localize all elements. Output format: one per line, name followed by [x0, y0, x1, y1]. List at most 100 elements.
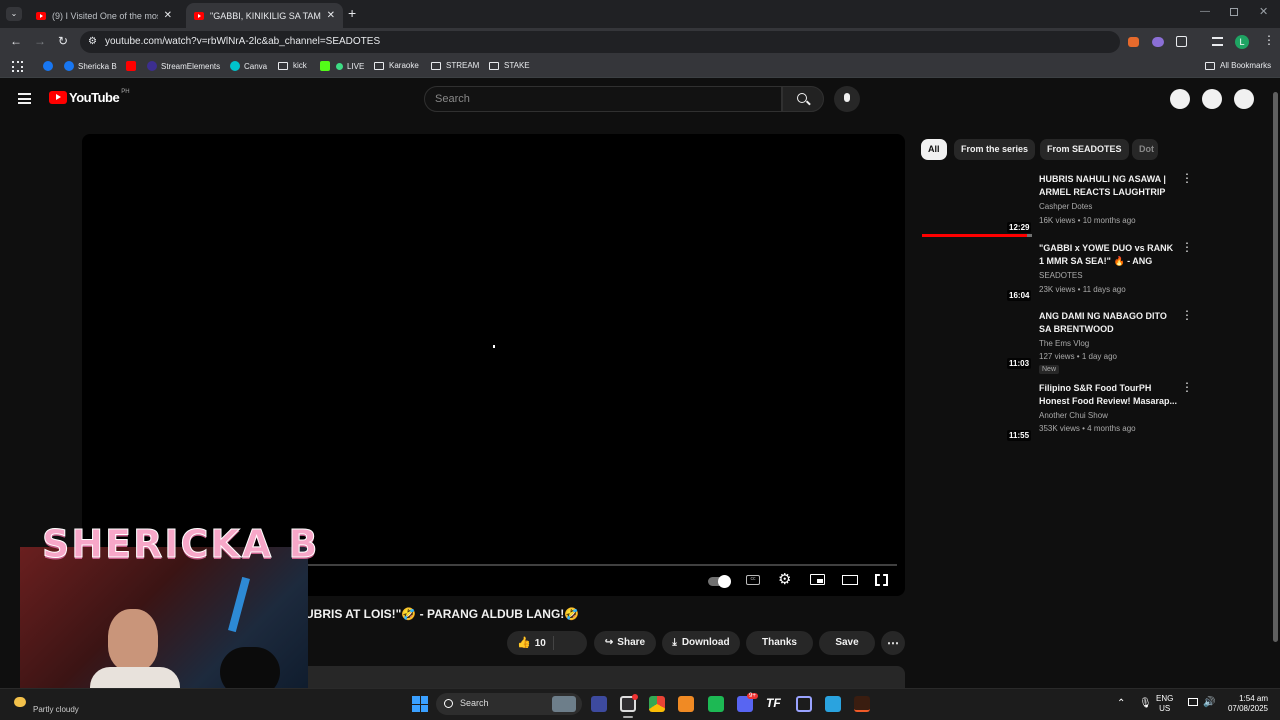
browser-tab-active[interactable]: "GABBI, KINIKILIG SA TAMBALA ✕ — [186, 3, 343, 28]
recommendation-stats: 127 views • 1 day ago — [1039, 352, 1117, 361]
address-bar[interactable]: ⚙ youtube.com/watch?v=rbWlNrA-2lc&ab_cha… — [80, 31, 1120, 53]
notifications-button[interactable] — [1202, 89, 1222, 109]
fullscreen-icon[interactable] — [875, 574, 888, 586]
extension-fox-icon[interactable] — [1128, 37, 1139, 47]
voice-search-button[interactable] — [834, 86, 860, 112]
create-button[interactable] — [1170, 89, 1190, 109]
volume-icon[interactable]: 🔊 — [1203, 697, 1215, 708]
all-bookmarks[interactable]: All Bookmarks — [1205, 61, 1271, 70]
share-button[interactable]: ↪ Share — [594, 631, 656, 655]
bookmark-item[interactable]: Canva — [230, 61, 267, 71]
tray-overflow-icon[interactable]: ⌃ — [1117, 698, 1125, 709]
recommendation-stats: 16K views • 10 months ago — [1039, 216, 1136, 225]
recommendation-channel[interactable]: Cashper Dotes — [1039, 202, 1092, 211]
theater-mode-icon[interactable] — [842, 575, 858, 585]
weather-icon[interactable] — [14, 697, 26, 707]
recommendation-title[interactable]: ANG DAMI NG NABAGO DITO SA BRENTWOOD RES… — [1039, 310, 1179, 336]
bookmark-folder[interactable]: STREAM — [431, 61, 479, 70]
browser-tab[interactable]: (9) I Visited One of the most Da ✕ — [28, 3, 180, 28]
chrome-icon[interactable] — [649, 696, 665, 712]
autoplay-toggle[interactable] — [708, 575, 731, 588]
chip-from-series[interactable]: From the series — [954, 139, 1036, 160]
account-avatar[interactable] — [1234, 89, 1254, 109]
page-scrollbar[interactable] — [1271, 80, 1280, 688]
browser-menu-icon[interactable]: ⋮ — [1263, 33, 1275, 47]
download-button[interactable]: ⤓ Download — [662, 631, 740, 655]
tf-app-icon[interactable]: TF — [766, 696, 782, 712]
tab-title: "GABBI, KINIKILIG SA TAMBALA — [210, 10, 321, 21]
chip-dot[interactable]: Dot — [1132, 139, 1158, 160]
tab-search-button[interactable]: ⌄ — [6, 7, 22, 21]
spotify-icon[interactable] — [708, 696, 724, 712]
recommendation-title[interactable]: "GABBI x YOWE DUO vs RANK 1 MMR SA SEA!"… — [1039, 242, 1179, 268]
chip-from-seadotes[interactable]: From SEADOTES — [1040, 139, 1129, 160]
extension-purple-icon[interactable] — [1152, 37, 1164, 47]
profile-avatar[interactable]: L — [1235, 35, 1249, 49]
youtube-logo-text: YouTube — [69, 90, 120, 105]
youtube-play-icon — [49, 91, 67, 104]
bookmark-label: STAKE — [504, 61, 530, 70]
bookmark-item[interactable]: LIVE — [320, 61, 364, 71]
folder-icon — [278, 61, 288, 70]
more-options-icon[interactable]: ⋮ — [1181, 381, 1193, 393]
miniplayer-icon[interactable] — [810, 574, 825, 585]
more-options-icon[interactable]: ⋮ — [1181, 309, 1193, 321]
clock[interactable]: 1:54 am 07/08/2025 — [1226, 694, 1268, 714]
minimize-window-icon[interactable]: — — [1200, 6, 1210, 17]
close-tab-icon[interactable]: ✕ — [164, 10, 172, 21]
forward-icon[interactable]: → — [34, 34, 46, 48]
more-options-icon[interactable]: ⋮ — [1181, 172, 1193, 184]
taskbar-search[interactable]: Search — [436, 693, 582, 715]
bookmark-folder[interactable]: STAKE — [489, 61, 530, 70]
more-options-icon[interactable]: ⋮ — [1181, 241, 1193, 253]
bookmark-item[interactable] — [126, 61, 140, 71]
recommendation-title[interactable]: Filipino S&R Food TourPH Honest Food Rev… — [1039, 382, 1179, 408]
captions-icon[interactable]: cc — [746, 575, 760, 585]
more-actions-button[interactable]: ⋯ — [881, 631, 905, 655]
restore-window-icon[interactable] — [1230, 8, 1238, 16]
close-window-icon[interactable]: ✕ — [1259, 5, 1268, 18]
bookmark-item[interactable]: Shericka B — [64, 61, 117, 71]
recommendation-title[interactable]: HUBRIS NAHULI NG ASAWA | ARMEL REACTS LA… — [1039, 173, 1179, 199]
new-tab-button[interactable]: + — [348, 5, 356, 21]
bookmark-folder[interactable]: kick — [278, 61, 307, 70]
youtube-favicon-icon — [36, 11, 46, 20]
bookmark-folder[interactable]: Karaoke — [374, 61, 419, 70]
thanks-button[interactable]: Thanks — [746, 631, 813, 655]
media-controls-icon[interactable] — [1212, 37, 1223, 46]
site-info-icon[interactable]: ⚙ — [88, 31, 97, 53]
recommendation-stats: 23K views • 11 days ago — [1039, 285, 1126, 294]
folder-icon — [374, 61, 384, 70]
display-tray-icon[interactable] — [1188, 698, 1198, 706]
language-indicator[interactable]: ENG US — [1156, 694, 1173, 714]
youtube-logo[interactable]: YouTube PH — [49, 89, 130, 105]
telegram-icon[interactable] — [825, 696, 841, 712]
windows-start-icon[interactable] — [412, 696, 428, 712]
app-icon-terminal[interactable] — [854, 696, 870, 712]
app-icon-1[interactable] — [591, 696, 607, 712]
bookmark-item[interactable] — [43, 61, 57, 71]
bookmark-label: StreamElements — [161, 61, 221, 71]
app-icon-ring[interactable] — [796, 696, 812, 712]
microphone-tray-icon[interactable]: 🎙 — [1139, 698, 1152, 709]
extensions-puzzle-icon[interactable] — [1176, 36, 1187, 47]
back-icon[interactable]: ← — [10, 34, 22, 48]
weather-text[interactable]: Partly cloudy — [33, 705, 79, 714]
apps-grid-icon[interactable] — [12, 61, 23, 72]
save-button[interactable]: Save — [819, 631, 875, 655]
scrollbar-thumb[interactable] — [1273, 92, 1278, 642]
reload-icon[interactable]: ↻ — [58, 34, 68, 48]
close-tab-icon[interactable]: ✕ — [327, 10, 335, 21]
like-button[interactable]: 👍 10 — [507, 631, 587, 655]
app-icon-orange[interactable] — [678, 696, 694, 712]
search-input[interactable]: Search — [424, 86, 782, 112]
taskbar-search-label: Search — [460, 698, 489, 708]
recommendation-channel[interactable]: Another Chui Show — [1039, 411, 1108, 420]
chip-all[interactable]: All — [921, 139, 947, 160]
recommendation-channel[interactable]: The Ems Vlog — [1039, 339, 1089, 348]
bookmark-item[interactable]: StreamElements — [147, 61, 220, 71]
guide-menu-icon[interactable] — [18, 93, 31, 104]
settings-gear-icon[interactable]: ⚙ — [778, 570, 791, 588]
recommendation-channel[interactable]: SEADOTES — [1039, 271, 1083, 280]
search-button[interactable] — [782, 86, 824, 112]
